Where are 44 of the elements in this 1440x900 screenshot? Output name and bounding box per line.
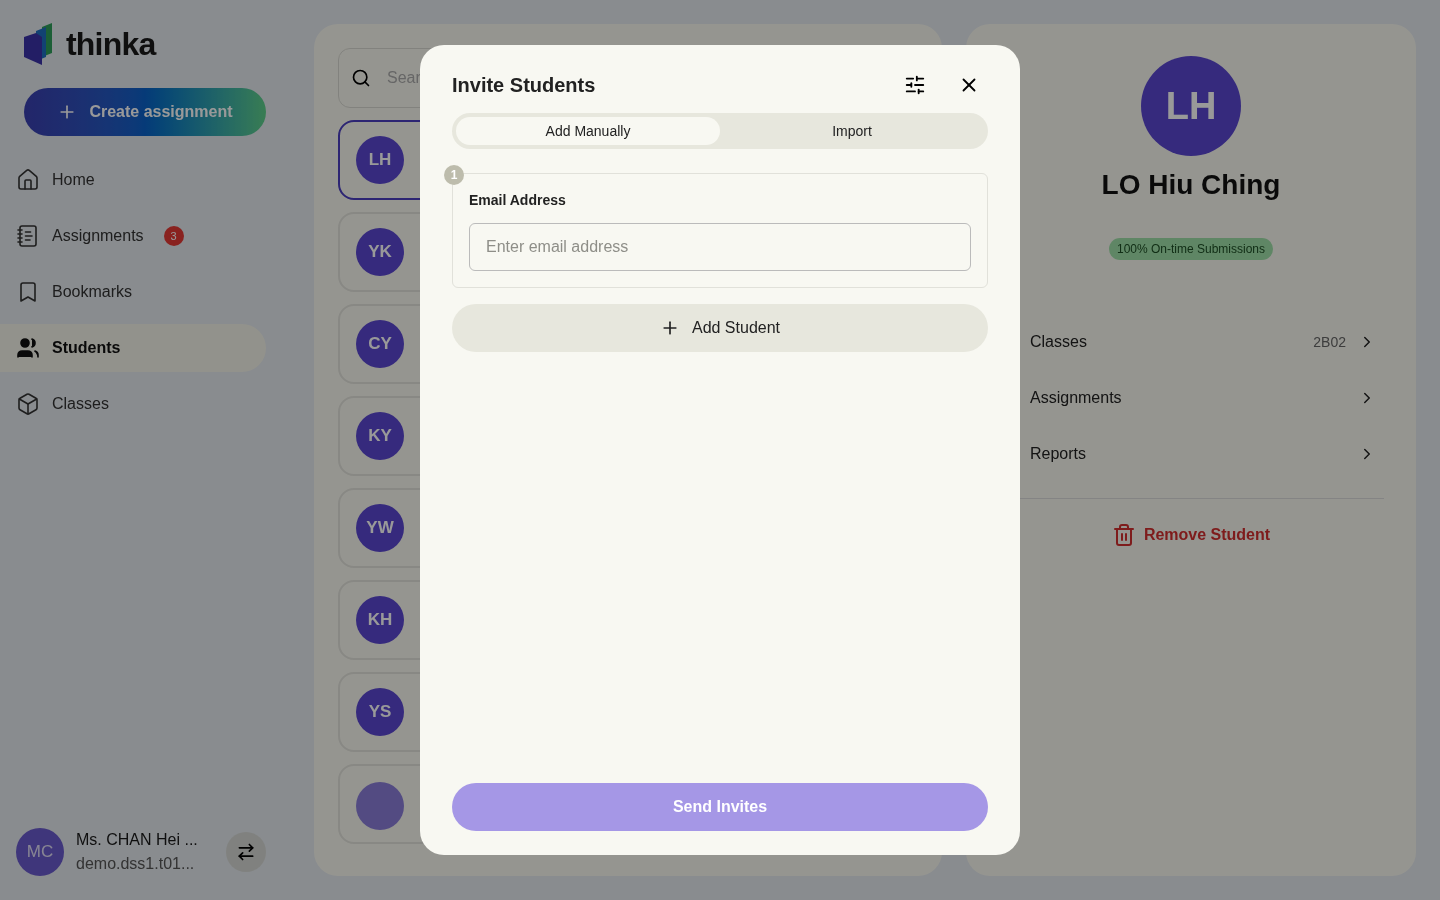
classes-icon — [16, 392, 40, 416]
remove-student-button[interactable]: Remove Student — [1111, 523, 1271, 547]
switch-account-button[interactable] — [226, 832, 266, 872]
student-avatar: LH — [356, 136, 404, 184]
student-avatar: YS — [356, 688, 404, 736]
create-assignment-button[interactable]: Create assignment — [24, 88, 266, 136]
row-value: 2B02 — [1313, 332, 1346, 352]
trash-icon — [1111, 523, 1136, 547]
profile-avatar: LH — [1141, 56, 1241, 156]
logo-wordmark: thinka — [66, 25, 156, 64]
entry-number: 1 — [444, 165, 464, 185]
profile-row[interactable]: Classes 2B02 — [998, 314, 1384, 370]
on-time-badge: 100% On-time Submissions — [1108, 238, 1274, 260]
student-avatar — [356, 782, 404, 830]
user-avatar: MC — [16, 828, 64, 876]
dialog-title: Invite Students — [452, 73, 596, 98]
profile-row[interactable]: Assignments — [998, 370, 1384, 426]
students-icon — [16, 336, 40, 360]
sidebar-item[interactable]: Home — [0, 156, 266, 204]
email-input[interactable]: Enter email address — [469, 223, 971, 271]
settings-icon[interactable] — [904, 74, 926, 96]
profile-row[interactable]: Reports — [998, 426, 1384, 482]
student-avatar: CY — [356, 320, 404, 368]
student-avatar: KH — [356, 596, 404, 644]
student-name: LO Hiu Ching — [1101, 168, 1281, 202]
sidebar-item[interactable]: Bookmarks — [0, 268, 266, 316]
student-avatar: YK — [356, 228, 404, 276]
sidebar-item[interactable]: Assignments 3 — [0, 212, 266, 260]
assignments-icon — [16, 224, 40, 248]
send-invites-button: Send Invites — [452, 783, 988, 831]
user-name: Ms. CHAN Hei ... — [76, 830, 199, 850]
sidebar-item[interactable]: Students — [0, 324, 266, 372]
student-avatar: KY — [356, 412, 404, 460]
user-email: demo.dss1.t01... — [76, 854, 196, 874]
student-avatar: YW — [356, 504, 404, 552]
home-icon — [16, 168, 40, 192]
search-icon — [351, 68, 371, 88]
swap-arrows-icon — [236, 842, 256, 862]
add-student-button[interactable]: Add Student — [452, 304, 988, 352]
tab[interactable]: Add Manually — [456, 117, 720, 145]
field-label: Email Address — [469, 191, 567, 210]
count-badge: 3 — [163, 226, 184, 246]
sidebar-item[interactable]: Classes — [0, 380, 266, 428]
tab[interactable]: Import — [720, 117, 984, 145]
